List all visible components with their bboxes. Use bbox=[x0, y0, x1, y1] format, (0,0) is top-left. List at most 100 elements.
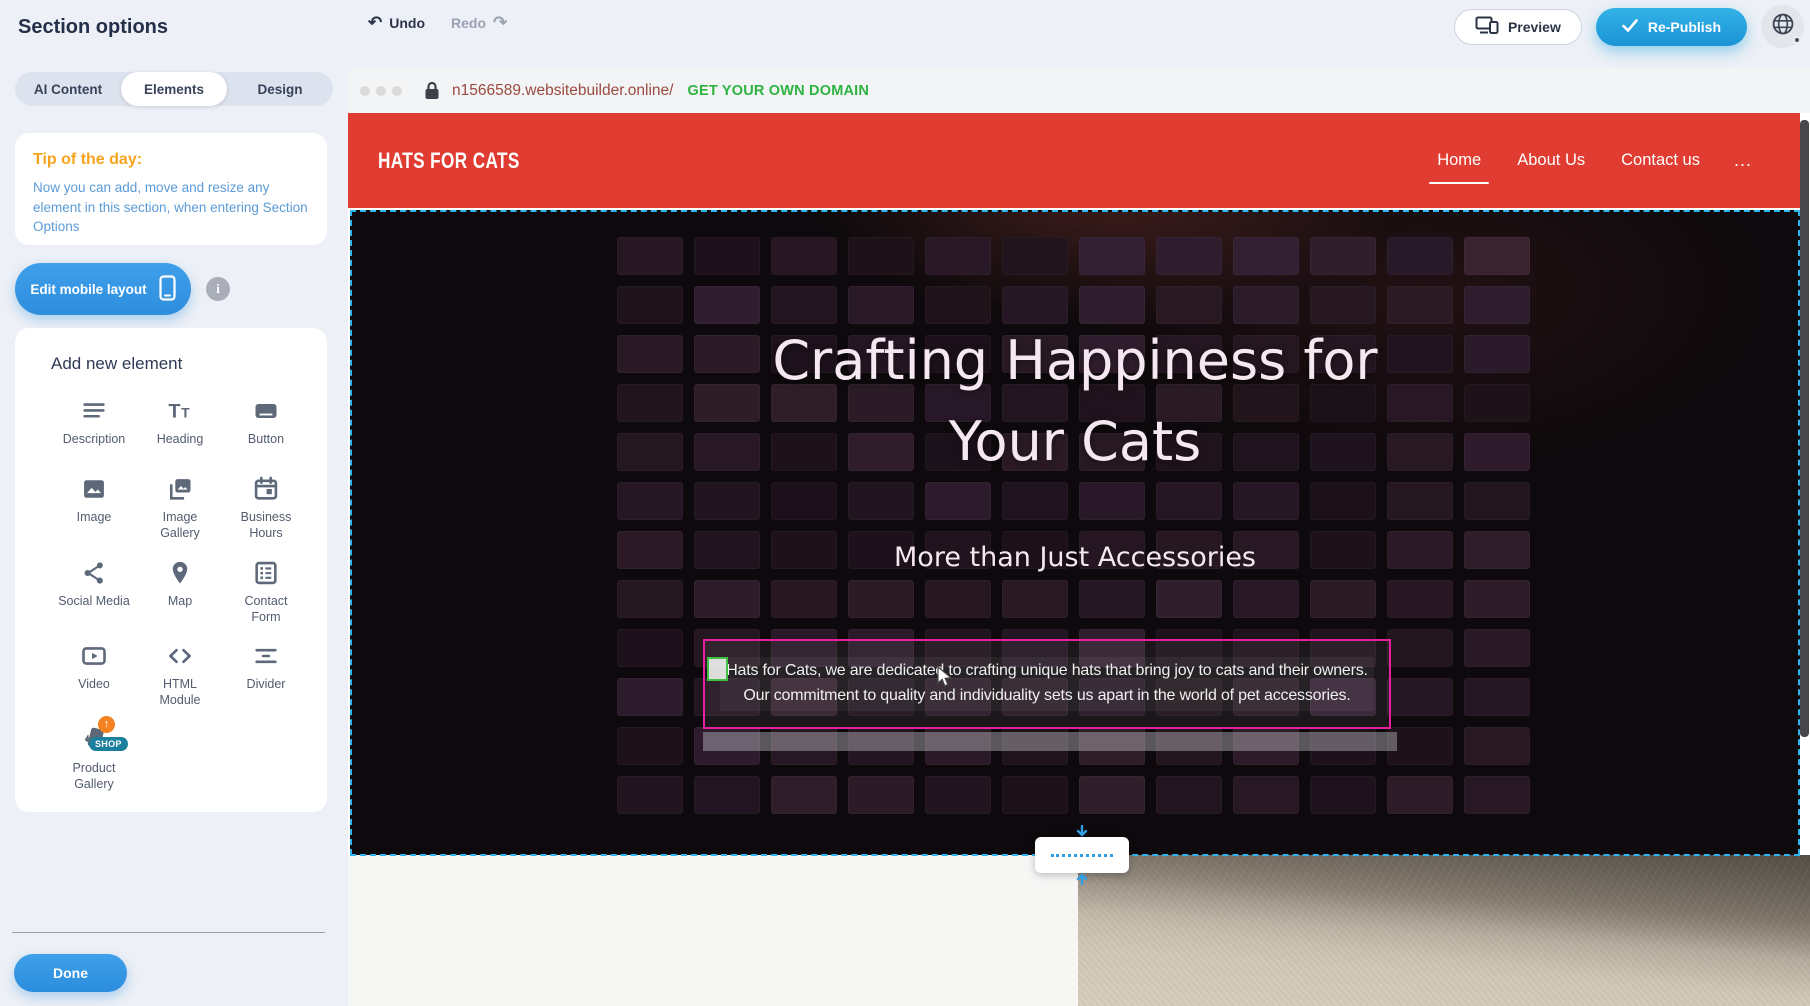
hero-paragraph-line-1: Hats for Cats, we are dedicated to craft… bbox=[726, 659, 1368, 684]
nav-item-about-us[interactable]: About Us bbox=[1515, 147, 1587, 174]
site-nav: Home About Us Contact us ... bbox=[1435, 147, 1752, 174]
nav-item-contact-us[interactable]: Contact us bbox=[1619, 147, 1702, 174]
element-item-label: Button bbox=[248, 431, 284, 447]
add-element-card: Add new element DescriptionTTHeading Butt… bbox=[15, 328, 327, 812]
dotted-resize-line bbox=[1051, 854, 1113, 857]
tab-elements[interactable]: Elements bbox=[121, 72, 227, 106]
undo-button[interactable]: ↶ Undo bbox=[368, 14, 425, 31]
edit-mobile-layout-label: Edit mobile layout bbox=[30, 282, 146, 297]
next-section-pavement-image bbox=[1078, 855, 1810, 1006]
element-item-label: Social Media bbox=[58, 593, 130, 609]
republish-button[interactable]: Re-Publish bbox=[1596, 8, 1747, 46]
republish-label: Re-Publish bbox=[1648, 19, 1721, 35]
section-resize-handle[interactable] bbox=[1035, 837, 1129, 873]
tab-design[interactable]: Design bbox=[227, 72, 333, 106]
preview-label: Preview bbox=[1508, 19, 1561, 35]
add-element-title: Add new element bbox=[51, 354, 327, 374]
svg-text:T: T bbox=[181, 404, 190, 420]
element-item-social-media[interactable]: Social Media bbox=[51, 558, 137, 626]
edit-mobile-layout-button[interactable]: Edit mobile layout bbox=[15, 263, 191, 315]
hero-subheading[interactable]: More than Just Accessories bbox=[352, 542, 1798, 573]
element-item-heading[interactable]: TTHeading bbox=[137, 396, 223, 458]
hero-heading-line-2: Your Cats bbox=[352, 401, 1798, 482]
tip-of-the-day-card: Tip of the day: Now you can add, move an… bbox=[15, 133, 327, 245]
element-item-description[interactable]: Description bbox=[51, 396, 137, 458]
element-item-business-hours[interactable]: Business Hours bbox=[223, 474, 309, 542]
element-item-contact-form[interactable]: Contact Form bbox=[223, 558, 309, 626]
globe-badge-dot bbox=[1793, 36, 1801, 44]
tip-body: Now you can add, move and resize any ele… bbox=[33, 178, 309, 237]
sidebar-divider bbox=[12, 932, 325, 933]
element-item-label: HTML Module bbox=[144, 676, 216, 709]
arrow-down-icon bbox=[1075, 825, 1089, 839]
nav-item-home[interactable]: Home bbox=[1435, 147, 1483, 174]
element-item-image[interactable]: Image bbox=[51, 474, 137, 542]
tip-title: Tip of the day: bbox=[33, 151, 309, 169]
description-icon bbox=[79, 396, 109, 426]
element-item-product-gallery[interactable]: SHOP↑ Product Gallery bbox=[51, 725, 137, 793]
tab-ai-content[interactable]: AI Content bbox=[15, 72, 121, 106]
paragraph-selection-box[interactable]: Hats for Cats, we are dedicated to craft… bbox=[703, 639, 1391, 729]
business-hours-icon bbox=[251, 474, 281, 504]
page-title: Section options bbox=[18, 16, 168, 39]
preview-button[interactable]: Preview bbox=[1454, 9, 1582, 45]
element-item-button[interactable]: Button bbox=[223, 396, 309, 458]
product-gallery-icon: SHOP↑ bbox=[79, 725, 109, 755]
svg-text:T: T bbox=[168, 400, 180, 422]
site-preview-window: n1566589.websitebuilder.online/ GET YOUR… bbox=[348, 68, 1810, 1006]
element-item-label: Image bbox=[77, 509, 112, 525]
section-options-sidebar: AI Content Elements Design Tip of the da… bbox=[0, 56, 348, 1006]
video-icon bbox=[79, 641, 109, 671]
element-item-html-module[interactable]: HTML Module bbox=[137, 641, 223, 709]
redo-icon: ↷ bbox=[493, 14, 507, 31]
image-icon bbox=[79, 474, 109, 504]
contact-form-icon bbox=[251, 558, 281, 588]
url-text[interactable]: n1566589.websitebuilder.online/ bbox=[452, 82, 673, 100]
site-logo[interactable]: HATS FOR CATS bbox=[378, 148, 520, 174]
lock-icon bbox=[424, 81, 440, 100]
check-icon bbox=[1622, 19, 1638, 35]
element-item-map[interactable]: Map bbox=[137, 558, 223, 626]
hero-section-selected[interactable]: Crafting Happiness for Your Cats More th… bbox=[350, 210, 1800, 855]
info-icon[interactable]: i bbox=[206, 277, 230, 301]
phone-icon bbox=[159, 275, 176, 304]
element-item-image-gallery[interactable]: Image Gallery bbox=[137, 474, 223, 542]
hero-paragraph-line-2: Our commitment to quality and individual… bbox=[726, 684, 1368, 709]
map-icon bbox=[165, 558, 195, 588]
hero-paragraph[interactable]: Hats for Cats, we are dedicated to craft… bbox=[720, 657, 1374, 711]
selection-drag-handle[interactable] bbox=[707, 657, 728, 681]
hero-heading[interactable]: Crafting Happiness for Your Cats bbox=[352, 320, 1798, 482]
element-item-label: Image Gallery bbox=[144, 509, 216, 542]
get-your-own-domain-link[interactable]: GET YOUR OWN DOMAIN bbox=[687, 83, 869, 99]
upgrade-arrow-icon: ↑ bbox=[98, 716, 115, 733]
add-element-grid: DescriptionTTHeading Button Image Image Gal… bbox=[51, 396, 327, 792]
element-item-label: Contact Form bbox=[230, 593, 302, 626]
browser-url-bar: n1566589.websitebuilder.online/ GET YOUR… bbox=[348, 68, 1810, 113]
next-section-left bbox=[348, 855, 1078, 1006]
html-module-icon bbox=[165, 641, 195, 671]
redo-button[interactable]: Redo ↷ bbox=[451, 14, 507, 31]
sidebar-tabs: AI Content Elements Design bbox=[15, 72, 333, 106]
top-bar: Section options ↶ Undo Redo ↷ Preview Re… bbox=[0, 0, 1810, 56]
shop-badge: SHOP bbox=[89, 737, 128, 751]
language-globe-button[interactable] bbox=[1761, 5, 1804, 48]
element-item-video[interactable]: Video bbox=[51, 641, 137, 709]
undo-icon: ↶ bbox=[368, 14, 382, 31]
element-item-label: Business Hours bbox=[230, 509, 302, 542]
element-item-label: Product Gallery bbox=[58, 760, 130, 793]
element-item-label: Divider bbox=[247, 676, 286, 692]
hero-heading-line-1: Crafting Happiness for bbox=[352, 320, 1798, 401]
redo-label: Redo bbox=[451, 15, 486, 31]
element-hover-strip bbox=[703, 732, 1397, 751]
site-header: HATS FOR CATS Home About Us Contact us .… bbox=[348, 113, 1800, 208]
element-item-divider[interactable]: Divider bbox=[223, 641, 309, 709]
nav-more-icon[interactable]: ... bbox=[1734, 150, 1752, 171]
undo-label: Undo bbox=[389, 15, 425, 31]
devices-icon bbox=[1475, 16, 1499, 37]
globe-icon bbox=[1770, 11, 1796, 42]
window-dots-icon bbox=[360, 86, 402, 96]
heading-icon: TT bbox=[165, 396, 195, 426]
done-button[interactable]: Done bbox=[14, 954, 127, 992]
button-icon bbox=[251, 396, 281, 426]
preview-scrollbar-thumb[interactable] bbox=[1800, 120, 1809, 737]
